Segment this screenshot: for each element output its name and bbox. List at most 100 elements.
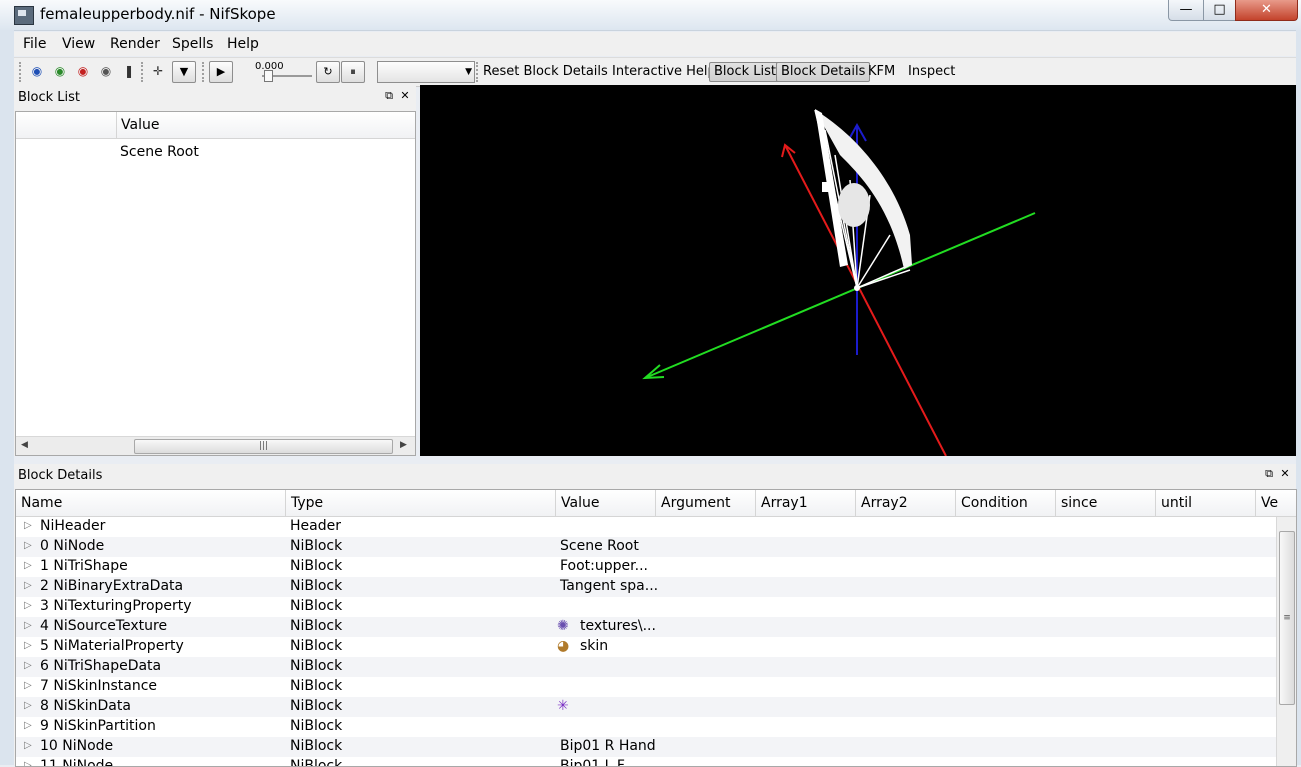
- column-array2[interactable]: Array2: [856, 490, 956, 516]
- table-row[interactable]: ▷ NiHeader Header: [16, 517, 1276, 537]
- toolbar-grip[interactable]: [19, 62, 24, 82]
- table-row[interactable]: ▷ 10 NiNode NiBlock Bip01 R Hand: [16, 737, 1276, 757]
- switch-button[interactable]: ⏸: [341, 61, 365, 83]
- view-dropdown-button[interactable]: ▼: [172, 61, 196, 83]
- menu-help[interactable]: Help: [227, 36, 259, 52]
- block-list-column-value[interactable]: Value: [121, 117, 159, 133]
- eye-red-icon[interactable]: ◉: [75, 63, 91, 79]
- block-list-panel: Block List ⧉ ✕ Value Scene Root ◀ ||| ▶: [14, 86, 416, 456]
- float-icon[interactable]: ⧉: [1262, 467, 1276, 481]
- column-until[interactable]: until: [1156, 490, 1256, 516]
- eye-blue-icon[interactable]: ◉: [29, 63, 45, 79]
- table-row[interactable]: ▷ 3 NiTexturingProperty NiBlock: [16, 597, 1276, 617]
- expand-arrow-icon[interactable]: ▷: [24, 660, 32, 671]
- block-list-tree[interactable]: Value Scene Root ◀ ||| ▶: [15, 111, 416, 456]
- palette-icon: ◕: [557, 638, 570, 654]
- vertical-scrollbar[interactable]: ≡: [1276, 517, 1296, 766]
- inspect-button[interactable]: Inspect: [904, 63, 959, 81]
- column-array1[interactable]: Array1: [756, 490, 856, 516]
- close-icon[interactable]: ✕: [1278, 467, 1292, 481]
- scene-svg: [642, 109, 1036, 456]
- move-icon[interactable]: ✛: [150, 63, 166, 79]
- menu-bar: File View Render Spells Help: [14, 32, 1296, 56]
- column-name[interactable]: Name: [16, 490, 286, 516]
- column-type[interactable]: Type: [286, 490, 556, 516]
- horizontal-scrollbar[interactable]: ◀ ||| ▶: [16, 436, 415, 455]
- render-viewport[interactable]: [420, 85, 1296, 456]
- table-row[interactable]: ▷ 9 NiSkinPartition NiBlock: [16, 717, 1276, 737]
- time-slider-handle[interactable]: [264, 70, 273, 82]
- expand-arrow-icon[interactable]: ▷: [24, 580, 32, 591]
- block-details-tree[interactable]: Name Type Value Argument Array1 Array2 C…: [15, 489, 1297, 767]
- column-version[interactable]: Ve: [1256, 490, 1296, 516]
- eye-green-icon[interactable]: ◉: [52, 63, 68, 79]
- block-list-header: Value: [16, 112, 415, 139]
- table-row[interactable]: ▷ 2 NiBinaryExtraData NiBlock Tangent spa..…: [16, 577, 1276, 597]
- block-list-title: Block List: [18, 90, 81, 105]
- axes-icon: ✳: [557, 698, 569, 714]
- scrollbar-thumb[interactable]: |||: [134, 439, 393, 454]
- expand-arrow-icon[interactable]: ▷: [24, 560, 32, 571]
- expand-arrow-icon[interactable]: ▷: [24, 600, 32, 611]
- menu-view[interactable]: View: [62, 36, 95, 52]
- scroll-right-icon[interactable]: ▶: [400, 440, 407, 450]
- toolbar-grip[interactable]: [202, 62, 207, 82]
- block-list-row[interactable]: Scene Root: [120, 144, 199, 160]
- close-button[interactable]: ✕: [1235, 0, 1298, 21]
- kfm-button[interactable]: KFM: [864, 63, 899, 81]
- table-row[interactable]: ▷ 8 NiSkinData NiBlock ✳: [16, 697, 1276, 717]
- minimize-button[interactable]: —: [1168, 0, 1204, 21]
- block-details-toggle[interactable]: Block Details: [776, 62, 871, 82]
- column-condition[interactable]: Condition: [956, 490, 1056, 516]
- interactive-help-button[interactable]: Interactive Help: [608, 63, 720, 81]
- expand-arrow-icon[interactable]: ▷: [24, 620, 32, 631]
- window-frame-left: [0, 30, 14, 765]
- toolbar-grip[interactable]: [141, 62, 146, 82]
- block-list-toggle[interactable]: Block List: [709, 62, 782, 82]
- column-separator[interactable]: [116, 112, 117, 138]
- chevron-down-icon: ▼: [465, 67, 472, 77]
- scroll-left-icon[interactable]: ◀: [21, 440, 28, 450]
- texture-icon: ✺: [557, 618, 569, 634]
- play-button[interactable]: ▶: [209, 61, 233, 83]
- scrollbar-thumb[interactable]: ≡: [1279, 531, 1295, 705]
- column-value[interactable]: Value: [556, 490, 656, 516]
- block-details-header: Name Type Value Argument Array1 Array2 C…: [16, 490, 1296, 517]
- table-row[interactable]: ▷ 5 NiMaterialProperty NiBlock ◕ skin: [16, 637, 1276, 657]
- table-row[interactable]: ▷ 11 NiNode NiBlock Bip01 L F...: [16, 757, 1276, 766]
- expand-arrow-icon[interactable]: ▷: [24, 540, 32, 551]
- table-row[interactable]: ▷ 7 NiSkinInstance NiBlock: [16, 677, 1276, 697]
- window-title: femaleupperbody.nif - NifSkope: [40, 5, 276, 23]
- menu-render[interactable]: Render: [110, 36, 160, 52]
- table-row[interactable]: ▷ 0 NiNode NiBlock Scene Root: [16, 537, 1276, 557]
- column-argument[interactable]: Argument: [656, 490, 756, 516]
- loop-button[interactable]: ↻: [316, 61, 340, 83]
- expand-arrow-icon[interactable]: ▷: [24, 520, 32, 531]
- menu-file[interactable]: File: [23, 36, 46, 52]
- scene-origin: [854, 285, 860, 291]
- maximize-button[interactable]: □: [1203, 0, 1236, 21]
- float-icon[interactable]: ⧉: [382, 89, 396, 103]
- expand-arrow-icon[interactable]: ▷: [24, 760, 32, 766]
- title-bar: femaleupperbody.nif - NifSkope — □ ✕: [0, 0, 1301, 31]
- block-details-title: Block Details: [18, 468, 103, 483]
- reset-block-details-button[interactable]: Reset Block Details: [479, 63, 612, 81]
- expand-arrow-icon[interactable]: ▷: [24, 740, 32, 751]
- eye-gray-icon[interactable]: ◉: [98, 63, 114, 79]
- animation-select[interactable]: ▼: [377, 61, 475, 83]
- body-mesh-chest: [838, 183, 870, 227]
- expand-arrow-icon[interactable]: ▷: [24, 640, 32, 651]
- table-row[interactable]: ▷ 6 NiTriShapeData NiBlock: [16, 657, 1276, 677]
- footprints-icon[interactable]: ❚: [121, 63, 137, 79]
- expand-arrow-icon[interactable]: ▷: [24, 680, 32, 691]
- table-row[interactable]: ▷ 4 NiSourceTexture NiBlock ✺ textures\...: [16, 617, 1276, 637]
- menu-spells[interactable]: Spells: [172, 36, 213, 52]
- expand-arrow-icon[interactable]: ▷: [24, 700, 32, 711]
- block-details-rows: ▷ NiHeader Header ▷ 0 NiNode NiBlock Scene Ro…: [16, 517, 1276, 766]
- table-row[interactable]: ▷ 1 NiTriShape NiBlock Foot:upper...: [16, 557, 1276, 577]
- toolbar: ◉ ◉ ◉ ◉ ❚ ✛ ▼ ▶ 0.000 ↻ ⏸ ▼ Reset Block …: [14, 57, 1296, 87]
- column-since[interactable]: since: [1056, 490, 1156, 516]
- app-icon: [14, 6, 34, 25]
- close-icon[interactable]: ✕: [398, 89, 412, 103]
- expand-arrow-icon[interactable]: ▷: [24, 720, 32, 731]
